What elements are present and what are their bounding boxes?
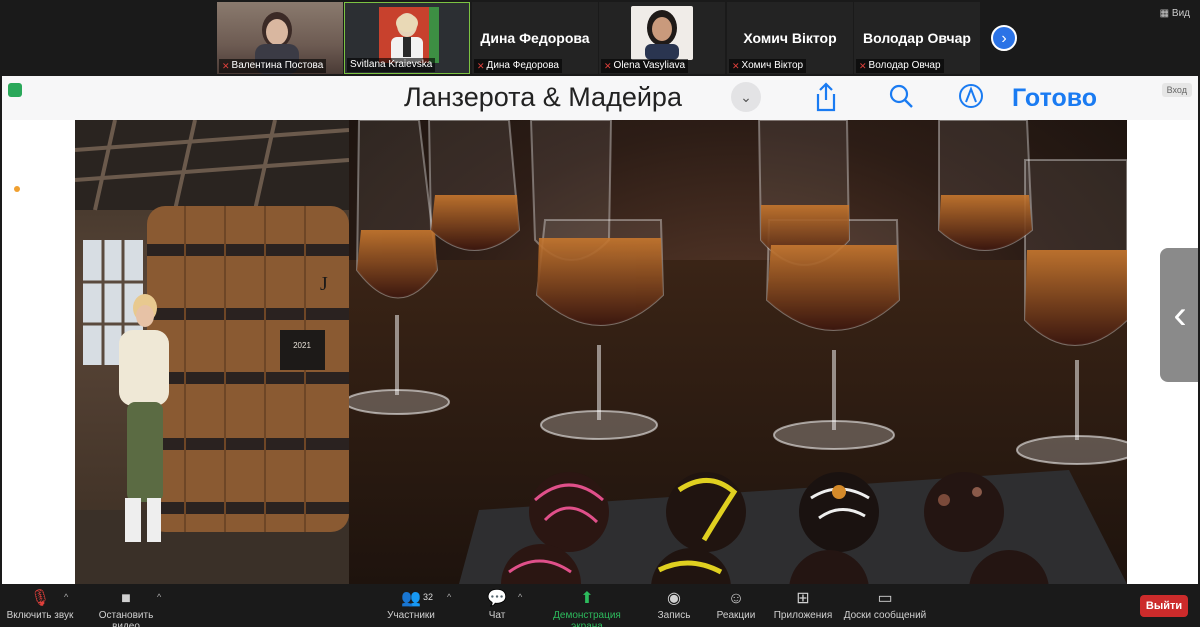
unmute-label: Включить звук: [6, 610, 74, 621]
mic-off-icon: ✕: [222, 61, 230, 71]
svg-text:2021: 2021: [293, 341, 311, 350]
mic-off-icon: ✕: [859, 61, 867, 71]
chevron-down-icon: ⌄: [731, 82, 761, 112]
next-participants-arrow-icon[interactable]: ›: [991, 25, 1017, 51]
view-button[interactable]: ▦ Вид: [1160, 8, 1190, 19]
document-title: Ланзерота & Мадейра: [404, 82, 682, 112]
participant-tile-active-speaker[interactable]: Svitlana Kraievska: [344, 2, 470, 74]
share-screen-button[interactable]: ⬆ Демонстрация экрана: [536, 588, 638, 627]
participant-display-name: Володар Овчар: [863, 30, 971, 46]
stop-video-button[interactable]: ■ Остановить видео: [84, 588, 168, 627]
chat-button[interactable]: 💬 Чат: [482, 588, 512, 621]
record-button[interactable]: ◉ Запись: [654, 588, 694, 621]
meeting-toolbar: 🎙 Включить звук ^ ■ Остановить видео ^ 👥…: [0, 584, 1200, 627]
audio-options-caret-icon[interactable]: ^: [64, 592, 68, 602]
smiley-icon: ☺: [727, 590, 745, 607]
mic-off-icon: ✕: [604, 61, 612, 71]
participant-name-label: ✕ Хомич Віктор: [729, 59, 807, 73]
participant-tile[interactable]: Хомич Віктор ✕ Хомич Віктор: [727, 2, 853, 74]
barrel-photo: 2021 J: [75, 120, 349, 584]
stop-video-label: Остановить видео: [98, 610, 154, 627]
participants-label: Участники: [387, 610, 435, 621]
participant-name: Хомич Віктор: [741, 60, 804, 71]
record-icon: ◉: [667, 590, 681, 607]
chat-label: Чат: [488, 610, 506, 621]
cursor-indicator: [14, 186, 20, 192]
share-export-icon: [814, 82, 838, 119]
whiteboards-label: Доски сообщений: [843, 610, 927, 621]
participant-tile[interactable]: ✕ Olena Vasyliava: [599, 2, 725, 74]
participants-count: 32: [423, 592, 434, 602]
participant-strip: ✕ Валентина Постова Svitlana Kraievska Д…: [0, 0, 1200, 76]
participant-name: Olena Vasyliava: [613, 60, 686, 71]
participant-avatar: [631, 6, 693, 60]
record-label: Запись: [657, 610, 691, 621]
participant-tile[interactable]: Дина Федорова ✕ Дина Федорова: [472, 2, 598, 74]
enter-button[interactable]: Вход: [1161, 83, 1192, 97]
participant-tile[interactable]: Володар Овчар ✕ Володар Овчар: [854, 2, 980, 74]
shared-screen-header: Ланзерота & Мадейра ⌄ Готово Вход: [2, 76, 1198, 120]
zoom-meeting-window: ✕ Валентина Постова Svitlana Kraievska Д…: [0, 0, 1200, 627]
search-icon: [888, 82, 914, 117]
apps-button[interactable]: ⊞ Приложения: [772, 588, 834, 621]
participant-name: Svitlana Kraievska: [350, 59, 433, 70]
participant-tile[interactable]: ✕ Валентина Постова: [217, 2, 343, 74]
participant-name: Валентина Постова: [231, 60, 324, 71]
done-button: Готово: [1012, 84, 1098, 112]
video-camera-icon: ■: [121, 590, 131, 607]
apps-label: Приложения: [773, 610, 833, 621]
svg-text:J: J: [320, 273, 328, 295]
participant-name: Дина Федорова: [486, 60, 559, 71]
participant-name-label: Svitlana Kraievska: [347, 58, 436, 72]
share-screen-label: Демонстрация экрана: [553, 610, 621, 627]
participant-name-label: ✕ Володар Овчар: [856, 59, 944, 73]
share-screen-icon: ⬆: [580, 590, 594, 607]
wine-and-chocolate-photo: [349, 120, 1127, 584]
video-options-caret-icon[interactable]: ^: [157, 592, 161, 602]
reactions-button[interactable]: ☺ Реакции: [714, 588, 758, 621]
mic-off-icon: ✕: [732, 61, 740, 71]
participant-name: Володар Овчар: [868, 60, 941, 71]
chat-caret-icon[interactable]: ^: [518, 592, 522, 602]
view-label: Вид: [1171, 8, 1190, 19]
shared-screen: Ланзерота & Мадейра ⌄ Готово Вход 2021 J…: [2, 76, 1198, 584]
participant-name-label: ✕ Olena Vasyliava: [601, 59, 689, 73]
mic-off-icon: ✕: [477, 61, 485, 71]
shield-icon: [8, 83, 22, 97]
whiteboard-icon: ▭: [877, 590, 893, 607]
whiteboards-button[interactable]: ▭ Доски сообщений: [842, 588, 928, 621]
apps-icon: ⊞: [796, 590, 810, 607]
chat-icon: 💬: [487, 590, 507, 607]
leave-button[interactable]: Выйти: [1140, 595, 1188, 617]
side-panel-chevron-left-icon[interactable]: ‹: [1160, 248, 1198, 382]
reactions-label: Реакции: [716, 610, 756, 621]
participant-name-label: ✕ Валентина Постова: [219, 59, 327, 73]
participant-display-name: Дина Федорова: [480, 30, 590, 46]
participant-display-name: Хомич Віктор: [743, 30, 837, 46]
participant-name-label: ✕ Дина Федорова: [474, 59, 562, 73]
participants-caret-icon[interactable]: ^: [447, 592, 451, 602]
markup-pen-icon: [957, 82, 985, 117]
